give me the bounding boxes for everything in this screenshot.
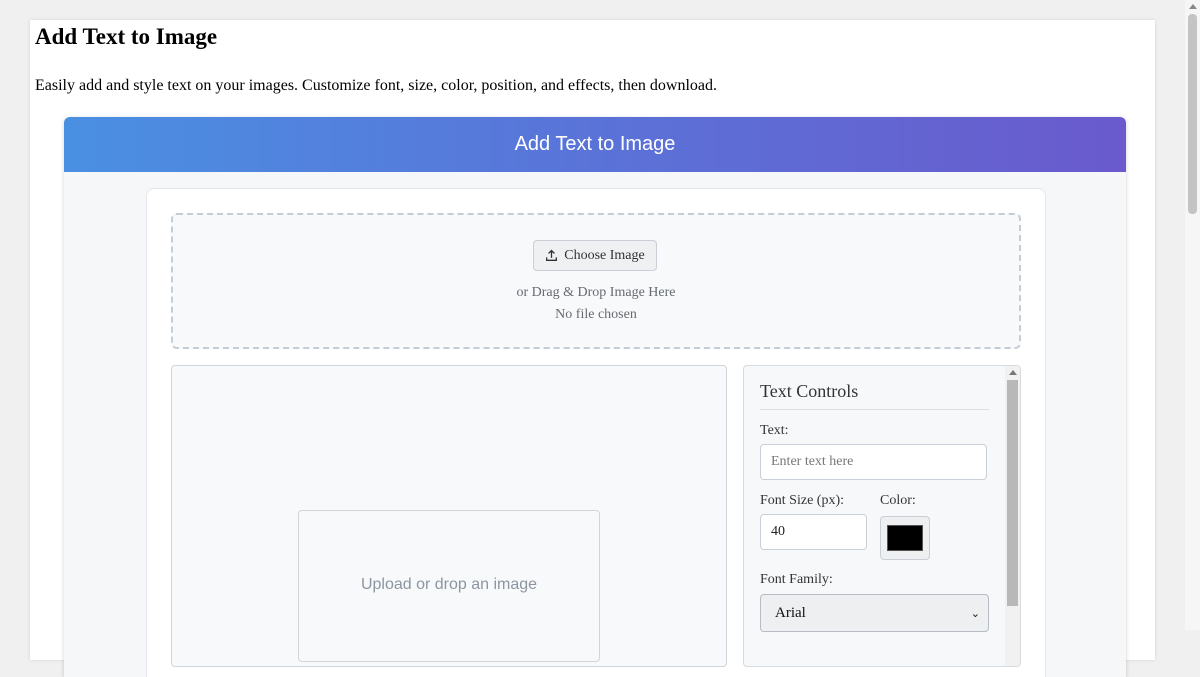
font-family-label: Font Family: xyxy=(760,572,833,587)
tool-header: Add Text to Image xyxy=(64,117,1126,172)
color-picker[interactable] xyxy=(880,516,930,560)
tool-header-title: Add Text to Image xyxy=(514,133,676,155)
chevron-down-icon: ⌄ xyxy=(970,606,980,620)
file-status: No file chosen xyxy=(555,307,637,322)
text-controls-title: Text Controls xyxy=(760,381,989,410)
text-controls-panel: Text Controls Text: Font Size (px): Colo… xyxy=(743,365,1021,667)
choose-image-button[interactable]: Choose Image xyxy=(533,240,657,271)
font-family-value: Arial xyxy=(775,604,806,621)
upload-icon xyxy=(546,249,558,261)
text-input[interactable] xyxy=(760,444,987,480)
image-dropzone[interactable]: Choose Image or Drag & Drop Image Here N… xyxy=(171,213,1021,349)
image-preview: Upload or drop an image xyxy=(171,365,727,667)
controls-scrollbar[interactable] xyxy=(1005,366,1020,666)
page-scrollbar[interactable] xyxy=(1185,0,1200,630)
page-scroll-thumb[interactable] xyxy=(1188,14,1197,214)
page-scroll-up-arrow-icon[interactable] xyxy=(1189,4,1197,9)
scroll-up-arrow-icon[interactable] xyxy=(1009,370,1017,375)
preview-placeholder[interactable]: Upload or drop an image xyxy=(298,510,600,662)
page-title: Add Text to Image xyxy=(35,24,218,49)
color-swatch xyxy=(887,525,923,551)
tool-card: Choose Image or Drag & Drop Image Here N… xyxy=(146,188,1046,677)
choose-image-label: Choose Image xyxy=(564,247,645,263)
color-label: Color: xyxy=(880,493,916,508)
preview-placeholder-text: Upload or drop an image xyxy=(360,576,538,593)
font-family-select[interactable]: Arial ⌄ xyxy=(760,594,989,632)
drop-hint: or Drag & Drop Image Here xyxy=(516,285,676,300)
tool-panel: Add Text to Image Choose Image or Drag &… xyxy=(64,117,1126,677)
font-size-label: Font Size (px): xyxy=(760,493,844,508)
text-label: Text: xyxy=(760,423,789,438)
page-container: Add Text to Image Easily add and style t… xyxy=(30,20,1155,677)
page-description: Easily add and style text on your images… xyxy=(35,77,718,94)
controls-scroll-thumb[interactable] xyxy=(1007,380,1018,606)
font-size-input[interactable] xyxy=(760,514,867,550)
